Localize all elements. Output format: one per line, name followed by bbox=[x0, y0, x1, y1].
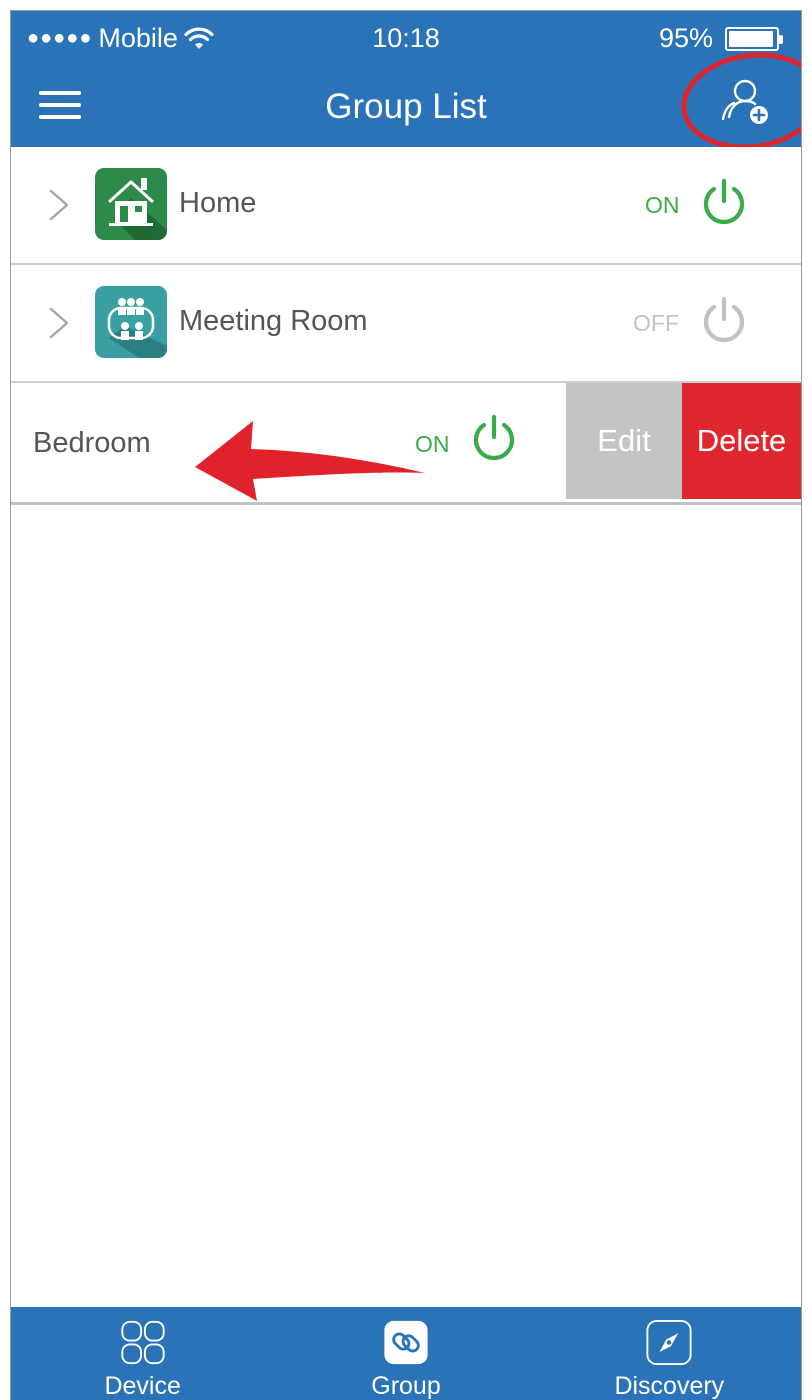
status-bar: ●●●●● Mobile 10:18 95% bbox=[11, 11, 801, 67]
app-screen: ●●●●● Mobile 10:18 95% Group List Home O… bbox=[10, 10, 802, 1400]
power-on-icon[interactable] bbox=[469, 413, 519, 463]
power-on-icon[interactable] bbox=[699, 177, 749, 227]
tab-label: Group bbox=[371, 1372, 441, 1400]
group-name: Bedroom bbox=[33, 427, 151, 459]
tab-discovery[interactable]: Discovery bbox=[538, 1307, 801, 1400]
tab-device[interactable]: Device bbox=[11, 1307, 274, 1400]
battery-status: 95% bbox=[658, 23, 783, 54]
chevron-right-icon[interactable] bbox=[45, 305, 73, 341]
group-name: Meeting Room bbox=[179, 305, 368, 337]
group-link-icon bbox=[384, 1320, 428, 1365]
header: ●●●●● Mobile 10:18 95% Group List bbox=[11, 11, 801, 159]
battery-icon bbox=[725, 26, 783, 51]
chevron-right-icon[interactable] bbox=[45, 187, 73, 223]
edit-button[interactable]: Edit bbox=[566, 383, 682, 499]
tab-group[interactable]: Group bbox=[274, 1307, 537, 1400]
group-state: ON bbox=[645, 192, 680, 218]
house-icon bbox=[95, 168, 167, 240]
page-title: Group List bbox=[325, 87, 487, 126]
battery-fill bbox=[729, 30, 773, 47]
group-state: OFF bbox=[633, 310, 679, 336]
group-row-bedroom[interactable]: Bedroom ON Edit Delete bbox=[11, 383, 801, 505]
battery-percent: 95% bbox=[658, 23, 713, 53]
group-name: Home bbox=[179, 187, 257, 219]
meeting-people-icon bbox=[95, 286, 167, 358]
tab-label: Discovery bbox=[614, 1372, 725, 1400]
delete-button[interactable]: Delete bbox=[682, 383, 801, 499]
group-row-home[interactable]: Home ON bbox=[11, 147, 801, 265]
nav-bar: Group List bbox=[11, 43, 801, 159]
device-grid-icon bbox=[121, 1320, 165, 1365]
tab-bar: Device Group Discovery bbox=[11, 1307, 801, 1400]
power-off-icon[interactable] bbox=[699, 295, 749, 345]
group-list: Home ON Meeting Room OFF Bedroom ON Edit… bbox=[11, 147, 801, 505]
compass-icon bbox=[646, 1319, 692, 1366]
add-group-icon[interactable] bbox=[719, 75, 775, 131]
group-state: ON bbox=[415, 431, 450, 457]
tab-label: Device bbox=[104, 1372, 181, 1400]
group-row-meeting-room[interactable]: Meeting Room OFF bbox=[11, 265, 801, 383]
swipe-left-arrow bbox=[195, 421, 425, 501]
